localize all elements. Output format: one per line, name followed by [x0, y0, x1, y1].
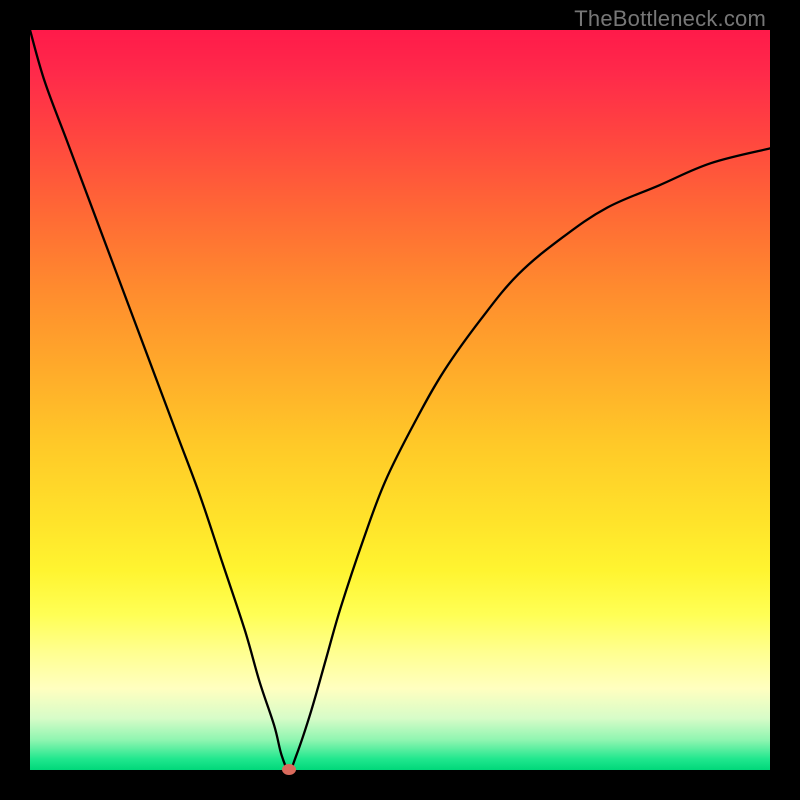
bottleneck-curve	[30, 30, 770, 770]
plot-area	[30, 30, 770, 770]
min-point-marker	[282, 764, 296, 775]
chart-container: TheBottleneck.com	[0, 0, 800, 800]
watermark-text: TheBottleneck.com	[574, 6, 766, 32]
